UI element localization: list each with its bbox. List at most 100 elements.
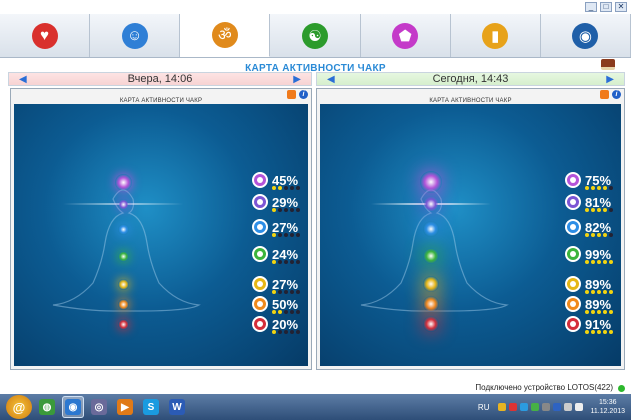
tray-icon[interactable] xyxy=(553,403,562,411)
connection-status-icon xyxy=(618,385,625,392)
rating-dot xyxy=(585,260,589,264)
chakra-percent: 81% xyxy=(585,194,612,210)
globe-icon: ◉ xyxy=(572,22,599,49)
rating-dot xyxy=(272,290,276,294)
rating-dot xyxy=(284,310,288,314)
rating-dot xyxy=(290,310,294,314)
chakra-point-root xyxy=(423,316,439,332)
info-icon[interactable]: i xyxy=(299,90,308,99)
close-button[interactable]: ✕ xyxy=(615,2,627,12)
tray-icon[interactable] xyxy=(509,403,518,411)
tray-icon[interactable] xyxy=(498,403,507,411)
tab-yin-yang[interactable]: ☯ xyxy=(270,14,361,57)
rating-dot xyxy=(603,208,607,212)
word-icon[interactable]: W xyxy=(166,396,188,418)
chakra-point-heart xyxy=(423,248,439,264)
tray-icon[interactable] xyxy=(575,403,584,411)
rating-dot xyxy=(609,310,613,314)
info-icon[interactable]: i xyxy=(612,90,621,99)
day-header-today: ◀ Сегодня, 14:43 ▶ xyxy=(316,72,625,86)
rating-dot xyxy=(591,310,595,314)
chakra-point-throat xyxy=(117,223,129,235)
globe-app-icon[interactable]: ◉ xyxy=(62,396,84,418)
rating-dot xyxy=(603,310,607,314)
solar-plexus-chakra-icon xyxy=(252,276,268,292)
chakra-panel-yesterday: КАРТА АКТИВНОСТИ ЧАКР i 45% 29% 27% 24% 27% 5… xyxy=(10,88,312,370)
chakra-point-solar-plexus xyxy=(423,276,439,292)
book-icon[interactable] xyxy=(601,59,615,70)
rss-icon[interactable] xyxy=(287,90,296,99)
chakra-rating xyxy=(585,260,613,264)
tray-icon[interactable] xyxy=(564,403,573,411)
rating-dot xyxy=(591,186,595,190)
rating-dot xyxy=(278,233,282,237)
chakra-point-throat xyxy=(423,221,439,237)
chrome-icon[interactable]: ◍ xyxy=(36,396,58,418)
pentagon-icon: ⬟ xyxy=(392,22,419,49)
rating-dot xyxy=(272,310,276,314)
chakra-row-third-eye: 81% xyxy=(565,194,613,212)
rating-dot xyxy=(284,233,288,237)
chakra-rating xyxy=(272,290,300,294)
minimize-button[interactable]: _ xyxy=(585,2,597,12)
tab-heart[interactable]: ♥ xyxy=(0,14,91,57)
rating-dot xyxy=(609,330,613,334)
rating-dot xyxy=(296,233,300,237)
tab-head-profile[interactable]: ☺ xyxy=(90,14,181,57)
tray-icon[interactable] xyxy=(520,403,529,411)
chakra-row-third-eye: 29% xyxy=(252,194,300,212)
chakra-point-heart xyxy=(117,250,129,262)
skype-icon[interactable]: S xyxy=(140,396,162,418)
language-indicator[interactable]: RU xyxy=(478,403,490,412)
rating-dot xyxy=(284,330,288,334)
clock[interactable]: 15:36 11.12.2013 xyxy=(590,398,625,416)
tray-icon[interactable] xyxy=(542,403,551,411)
next-arrow-icon[interactable]: ▶ xyxy=(293,74,301,85)
day-header-yesterday: ◀ Вчера, 14:06 ▶ xyxy=(8,72,312,86)
media-player-icon[interactable]: ▶ xyxy=(114,396,136,418)
status-text: Подключено устройство LOTOS(422) xyxy=(475,383,613,392)
rating-dot xyxy=(585,330,589,334)
start-button[interactable]: @ xyxy=(6,395,32,419)
tab-globe[interactable]: ◉ xyxy=(541,14,631,57)
heart-icon: ♥ xyxy=(31,22,58,49)
rating-dot xyxy=(603,186,607,190)
head-profile-icon: ☺ xyxy=(121,22,148,49)
chakra-percent: 82% xyxy=(585,219,612,235)
rating-dot xyxy=(278,290,282,294)
eye-app-icon[interactable]: ◎ xyxy=(88,396,110,418)
prev-arrow-icon[interactable]: ◀ xyxy=(19,74,27,85)
chakra-percent: 27% xyxy=(272,276,299,292)
om-icon: ॐ xyxy=(211,22,238,48)
rating-dot xyxy=(272,330,276,334)
chakra-rating xyxy=(272,310,300,314)
tab-bar-chart[interactable]: ▮ xyxy=(451,14,541,57)
rating-dot xyxy=(597,310,601,314)
rating-dot xyxy=(290,208,294,212)
chakra-rating xyxy=(585,310,613,314)
rating-dot xyxy=(296,310,300,314)
rss-icon[interactable] xyxy=(600,90,609,99)
chakra-percent: 91% xyxy=(585,316,612,332)
maximize-button[interactable]: □ xyxy=(600,2,612,12)
chakra-row-crown: 75% xyxy=(565,172,613,190)
rating-dot xyxy=(597,208,601,212)
rating-dot xyxy=(278,310,282,314)
rating-dot xyxy=(272,208,276,212)
rating-dot xyxy=(278,260,282,264)
chakra-rating xyxy=(272,208,300,212)
chakra-rating xyxy=(272,330,300,334)
rating-dot xyxy=(284,208,288,212)
tray-icon[interactable] xyxy=(531,403,540,411)
chakra-row-crown: 45% xyxy=(252,172,300,190)
rating-dot xyxy=(591,208,595,212)
tab-om[interactable]: ॐ xyxy=(180,14,271,57)
prev-arrow-icon[interactable]: ◀ xyxy=(327,74,335,85)
next-arrow-icon[interactable]: ▶ xyxy=(606,74,614,85)
solar-plexus-chakra-icon xyxy=(565,276,581,292)
chakra-percent: 27% xyxy=(272,219,299,235)
tab-pentagon[interactable]: ⬟ xyxy=(361,14,451,57)
day-label-yesterday: Вчера, 14:06 xyxy=(127,73,193,85)
heart-chakra-icon xyxy=(252,246,268,262)
rating-dot xyxy=(290,330,294,334)
